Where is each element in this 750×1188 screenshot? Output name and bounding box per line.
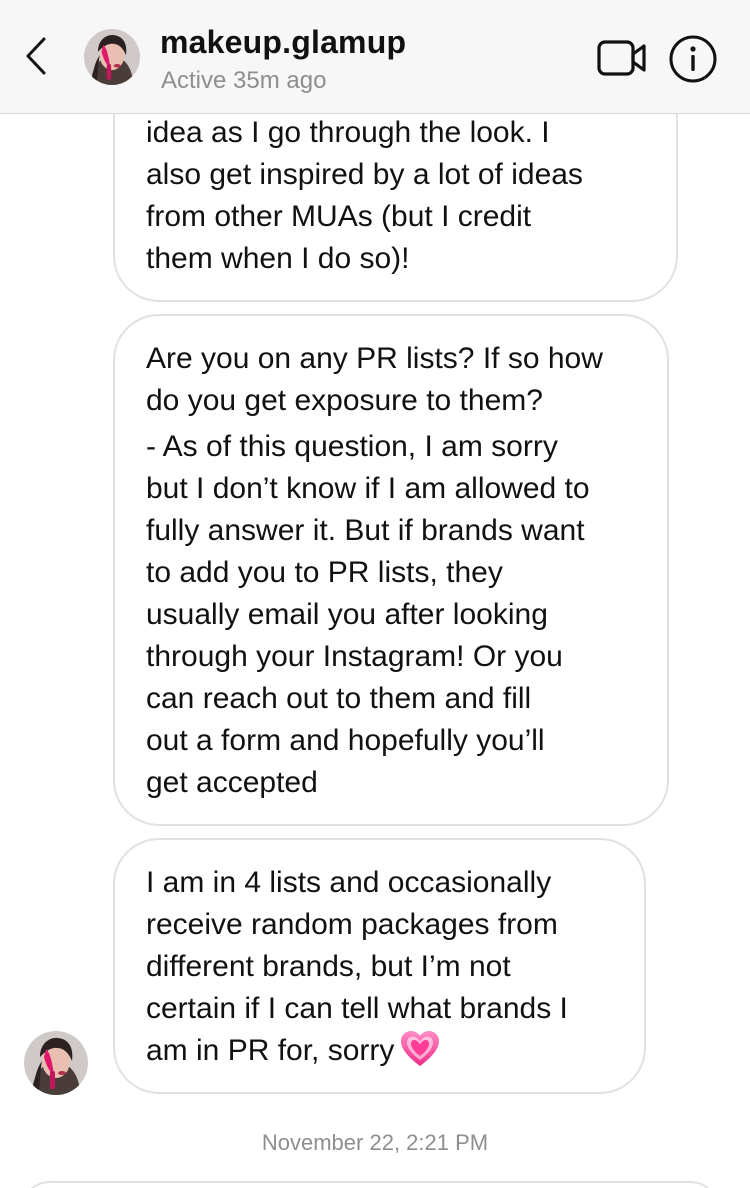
- info-button[interactable]: [668, 34, 718, 84]
- chat-header: makeup.glamup Active 35m ago: [0, 0, 750, 114]
- profile-avatar[interactable]: [84, 29, 140, 85]
- message-text: I am in 4 lists and occasionally receive…: [146, 866, 568, 1067]
- message-timestamp: November 22, 2:21 PM: [261, 1130, 489, 1155]
- sender-avatar[interactable]: [24, 1031, 88, 1095]
- back-button[interactable]: [14, 32, 58, 84]
- heart-emoji-icon: [400, 1030, 440, 1080]
- message-answer-text: - As of this question, I am sorry but I …: [146, 430, 590, 799]
- message-question-text: Are you on any PR lists? If so how do yo…: [146, 342, 603, 417]
- message-text: idea as I go through the look. I also ge…: [146, 116, 583, 275]
- chevron-left-icon: [24, 36, 48, 81]
- info-icon: [668, 35, 718, 88]
- dm-thread-screen: idea as I go through the look. I also ge…: [0, 0, 750, 1188]
- message-bubble[interactable]: I am in 4 lists and occasionally receive…: [113, 838, 646, 1094]
- message-bubble[interactable]: [20, 1181, 720, 1188]
- active-status: Active 35m ago: [161, 67, 327, 94]
- chat-username[interactable]: makeup.glamup: [160, 24, 406, 61]
- video-call-icon: [596, 40, 648, 82]
- video-call-button[interactable]: [596, 38, 648, 78]
- message-bubble[interactable]: Are you on any PR lists? If so how do yo…: [113, 314, 669, 826]
